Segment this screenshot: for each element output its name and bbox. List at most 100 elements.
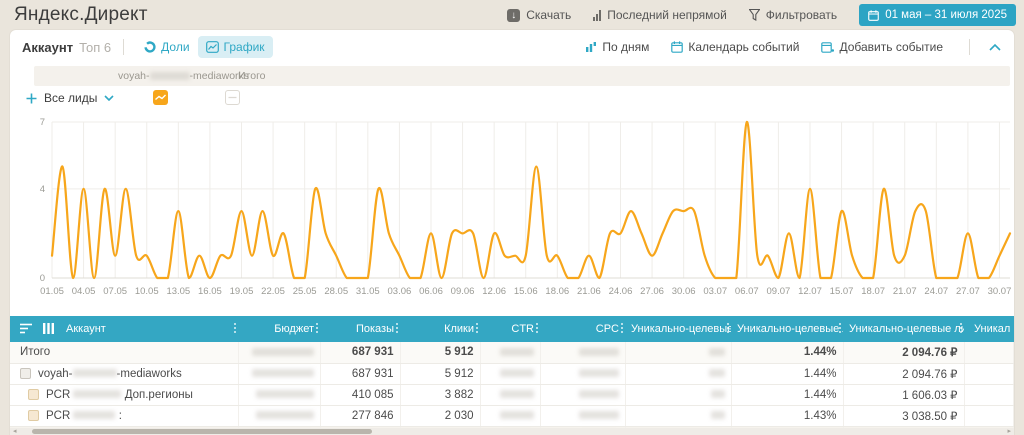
svg-text:10.05: 10.05 [135,286,159,297]
column-menu-icon[interactable] [396,323,399,333]
column-menu-icon[interactable] [234,323,237,333]
legend-controls: Все лиды [22,88,1002,112]
line-chart-icon [206,41,219,53]
svg-text:0: 0 [40,273,45,284]
clicks-cell: 5 912 [400,342,480,363]
column-menu-icon[interactable] [727,323,730,333]
granularity-icon [585,41,597,53]
shares-tab[interactable]: Доли [136,36,197,58]
table-row-account[interactable]: voyah--mediaworks 687 931 5 912 1.44% 2 … [10,363,1014,384]
top-actions: ↓ Скачать Последний непрямой Фильтровать… [507,4,1016,26]
stats-table: Аккаунт Бюджет Показы Клики CTR CPC Уник… [10,316,1014,435]
column-menu-icon[interactable] [476,323,479,333]
row-checkbox[interactable] [28,389,39,400]
cpc-cell [540,363,625,384]
svg-text:18.07: 18.07 [861,286,885,297]
impressions-cell: 410 085 [320,384,400,405]
collapse-chevron-up-icon[interactable] [988,43,1002,52]
ctr-cell [480,405,540,426]
top-bar: Яндекс.Директ ↓ Скачать Последний непрям… [0,0,1024,30]
divider [969,39,970,55]
impressions-cell: 687 931 [320,363,400,384]
col-header-cutoff[interactable]: Уникал [964,316,1014,342]
series-toggle-voyah[interactable] [153,90,168,105]
events-calendar-button[interactable]: Календарь событий [663,36,807,58]
donut-icon [144,41,156,53]
col-header-cpc[interactable]: CPC [540,316,625,342]
col-header-clicks[interactable]: Клики [400,316,480,342]
date-range-label: 01 мая – 31 июля 2025 [885,9,1007,21]
graph-tab[interactable]: График [198,36,273,58]
column-menu-icon[interactable] [960,323,963,333]
column-menu-icon[interactable] [316,323,319,333]
columns-icon[interactable] [43,323,54,334]
ctr-cell [480,384,540,405]
calendar-icon [868,10,879,21]
unique-leads-pct-cell: 1.43% [731,405,843,426]
impressions-cell: 687 931 [320,342,400,363]
svg-text:19.05: 19.05 [230,286,254,297]
col-header-unique-leads[interactable]: Уникально-целевые лиды [625,316,731,342]
col-header-ctr[interactable]: CTR [480,316,540,342]
filter-button[interactable]: Фильтровать [749,8,837,22]
svg-text:12.06: 12.06 [482,286,506,297]
svg-text:27.07: 27.07 [956,286,980,297]
row-checkbox[interactable] [20,368,31,379]
svg-text:4: 4 [40,184,45,195]
top-n-label[interactable]: Топ 6 [79,40,111,55]
row-checkbox[interactable] [28,410,39,421]
divider [123,39,124,55]
series-toggle-total[interactable] [225,90,240,105]
page-title: Яндекс.Директ [14,4,148,26]
unique-leads-price-cell: 3 038.50 ₽ [843,405,964,426]
svg-text:21.06: 21.06 [577,286,601,297]
scroll-left-icon[interactable]: ◂ [13,428,17,435]
chevron-down-icon [104,95,114,101]
column-menu-icon[interactable] [621,323,624,333]
plus-icon [26,93,37,104]
funnel-icon [749,9,760,21]
chart-area: 01.0504.0507.0510.0513.0516.0519.0522.05… [16,114,1008,309]
table-row-campaign[interactable]: PCR : 277 846 2 030 1.43% 3 038.50 ₽ [10,405,1014,426]
col-header-unique-leads-pct[interactable]: Уникально-целевые лиды % [731,316,843,342]
column-menu-icon[interactable] [536,323,539,333]
svg-text:24.06: 24.06 [609,286,633,297]
svg-text:01.05: 01.05 [40,286,64,297]
bar-chart-icon [593,10,601,21]
by-days-button[interactable]: По дням [577,36,657,58]
col-header-account[interactable]: Аккаунт [10,316,238,342]
date-range-button[interactable]: 01 мая – 31 июля 2025 [859,4,1016,26]
account-cell: Итого [10,342,238,363]
account-cell: PCR Доп.регионы [10,384,238,405]
table-row-campaign[interactable]: PCR Доп.регионы 410 085 3 882 1.44% 1 60… [10,384,1014,405]
attribution-model-button[interactable]: Последний непрямой [593,8,727,22]
download-button[interactable]: ↓ Скачать [507,8,571,22]
scroll-right-icon[interactable]: ▸ [1007,428,1011,435]
calendar-icon [671,41,683,53]
column-menu-icon[interactable] [839,323,842,333]
svg-text:27.06: 27.06 [640,286,664,297]
unique-leads-cell [625,405,731,426]
svg-text:07.05: 07.05 [103,286,127,297]
col-header-budget[interactable]: Бюджет [238,316,320,342]
metric-filter-dropdown[interactable]: Все лиды [26,91,114,105]
svg-text:30.07: 30.07 [988,286,1012,297]
col-header-unique-leads-price[interactable]: Уникально-целевые лиды цена [843,316,964,342]
svg-text:31.05: 31.05 [356,286,380,297]
mini-line-icon [153,90,168,105]
mini-line-icon [226,91,239,104]
budget-cell [238,405,320,426]
horizontal-scrollbar[interactable]: ◂ ▸ [10,428,1014,435]
svg-text:09.07: 09.07 [767,286,791,297]
clicks-cell: 2 030 [400,405,480,426]
line-chart[interactable]: 01.0504.0507.0510.0513.0516.0519.0522.05… [16,114,1014,306]
sort-icon[interactable] [20,323,33,334]
svg-text:09.06: 09.06 [451,286,475,297]
scrollbar-thumb[interactable] [32,429,372,434]
add-event-button[interactable]: Добавить событие [813,36,951,58]
table-header-row: Аккаунт Бюджет Показы Клики CTR CPC Уник… [10,316,1014,342]
cpc-cell [540,384,625,405]
unique-leads-pct-cell: 1.44% [731,384,843,405]
col-header-impressions[interactable]: Показы [320,316,400,342]
table-row-total-top[interactable]: Итого 687 931 5 912 1.44% 2 094.76 ₽ [10,342,1014,363]
